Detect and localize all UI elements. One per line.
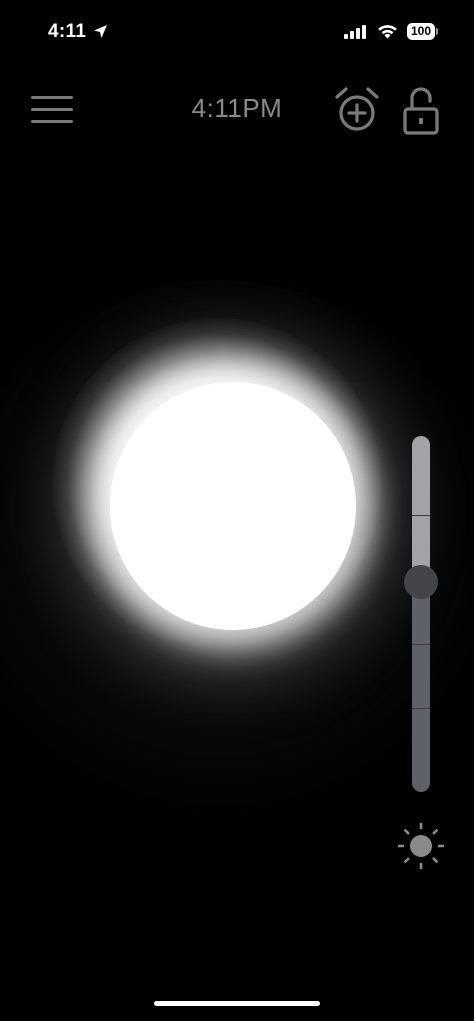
battery-level: 100 [407,23,435,40]
wifi-icon [378,25,397,39]
toolbar: 4:11PM [0,80,474,140]
sun-icon [397,822,445,870]
unlock-icon[interactable] [401,85,441,135]
home-indicator[interactable] [154,1001,320,1006]
slider-tick [412,644,430,645]
brightness-slider[interactable] [412,436,430,792]
battery-tip [436,28,438,35]
status-bar: 4:11 100 [0,0,474,60]
cellular-signal-icon [344,25,366,39]
flashlight-orb[interactable] [110,382,356,630]
header-time: 4:11PM [191,93,283,123]
alarm-add-icon[interactable] [333,86,381,134]
menu-icon[interactable] [31,94,73,126]
status-time: 4:11 [48,21,87,42]
slider-tick [412,708,430,709]
battery-icon: 100 [407,23,439,40]
brightness-slider-fill [412,436,430,582]
flashlight-screen: 4:11 100 4:11PM [0,0,474,1021]
slider-tick [412,515,430,516]
location-arrow-icon [94,25,107,38]
brightness-slider-thumb[interactable] [404,564,438,599]
